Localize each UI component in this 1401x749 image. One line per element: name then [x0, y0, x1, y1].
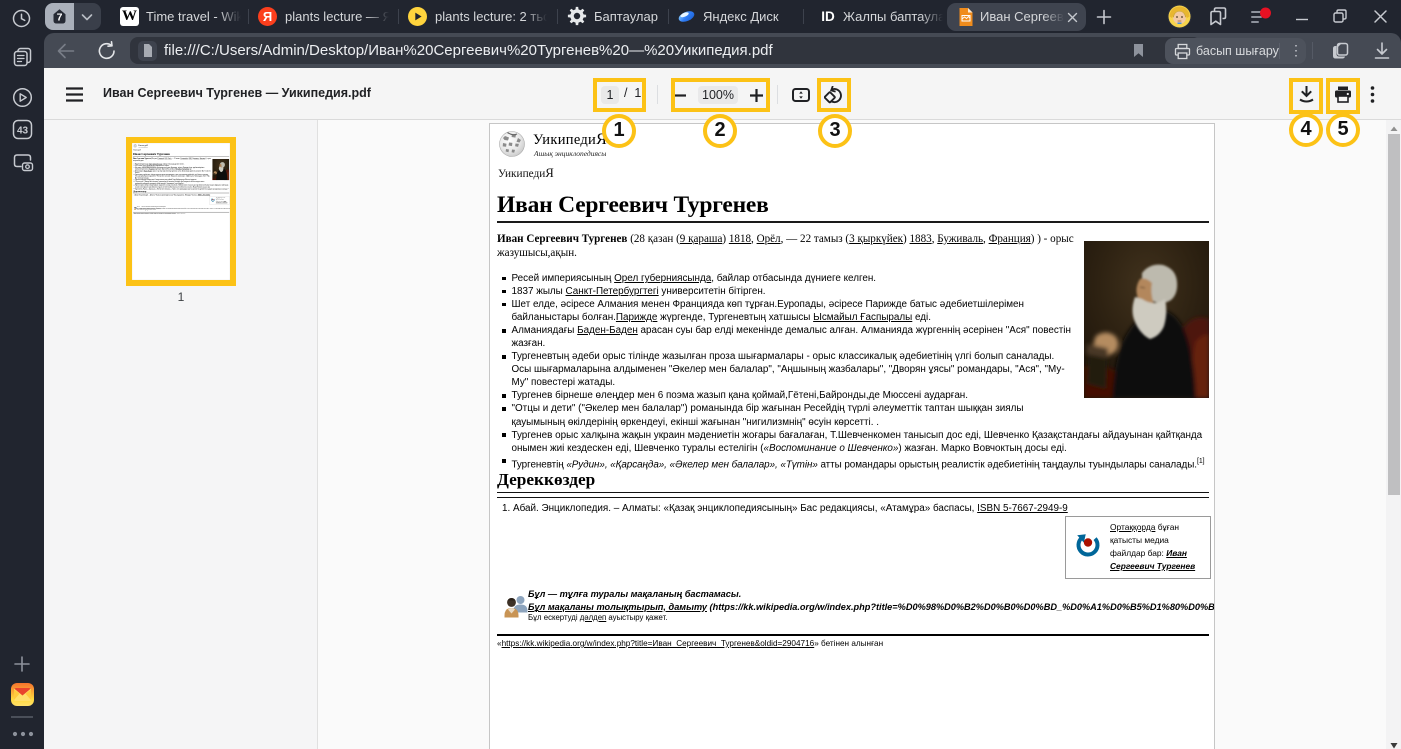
svg-text:7: 7 — [57, 12, 63, 24]
svg-text:43: 43 — [17, 126, 29, 137]
